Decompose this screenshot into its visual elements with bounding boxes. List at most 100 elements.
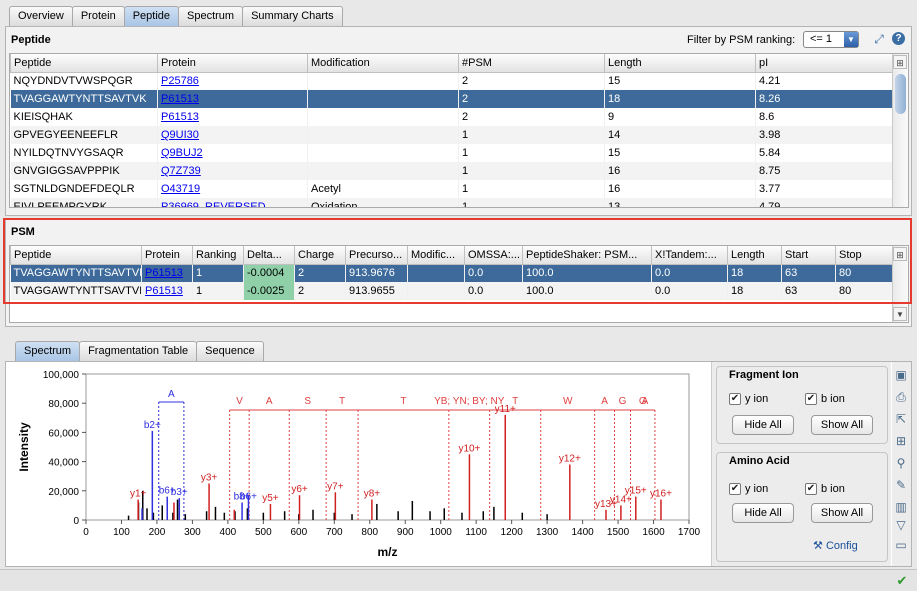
peptide-cell — [307, 144, 459, 162]
peptide-row[interactable]: KIEISQHAK P61513 2 9 8.6 — [10, 108, 895, 126]
peptide-cell: 8.6 — [755, 108, 895, 126]
protein-link[interactable]: P61513 — [161, 111, 199, 123]
ion-label: y6+ — [291, 484, 308, 495]
scroll-thumb[interactable] — [895, 74, 906, 114]
spectrum-chart[interactable]: 0 100 200 300 400 500 600 700 800 900 1000 1100 1200… — [6, 362, 706, 566]
ion-label: b6+ — [240, 491, 257, 502]
peptide-cell: 8.26 — [755, 90, 895, 108]
aa-y-ion-checkbox[interactable]: ✔ y ion — [729, 483, 768, 495]
x-tick-label: 200 — [149, 527, 166, 538]
ion-label: y12+ — [559, 454, 581, 465]
b-ion-checkbox[interactable]: ✔ b ion — [805, 393, 845, 405]
ion-label: b3+ — [171, 487, 188, 498]
ion-label: y10+ — [458, 443, 480, 454]
x-tick-label: 1200 — [501, 527, 524, 538]
peptide-scrollbar[interactable]: ⊞ — [892, 54, 908, 207]
maximize-icon[interactable]: ⤢ — [872, 32, 886, 46]
aa-label: V — [236, 396, 243, 407]
peptide-cell: 2 — [458, 72, 605, 90]
peptide-cell: 1 — [458, 126, 605, 144]
peptide-cell: 16 — [604, 180, 756, 198]
peptide-row[interactable]: EIVLPEEMPGYRK P36969_REVERSED Oxidation 1 13… — [10, 198, 895, 207]
peptide-cell: 2 — [458, 90, 605, 108]
peptide-cell: SGTNLDGNDEFDEQLR — [10, 180, 158, 198]
scroll-down-icon[interactable]: ▼ — [893, 307, 907, 321]
aa-label: T — [400, 396, 406, 407]
print-icon[interactable]: ⎙ — [894, 390, 908, 404]
status-bar: ✔ — [0, 569, 917, 591]
x-tick-label: 1700 — [678, 527, 701, 538]
peptide-row[interactable]: GPVEGYEENEEFLR Q9UI30 1 14 3.98 — [10, 126, 895, 144]
peptide-row[interactable]: GNVGIGGSAVPPPIK Q7Z739 1 16 8.75 — [10, 162, 895, 180]
config-link[interactable]: ⚒ Config — [813, 539, 858, 552]
y-tick-label: 40,000 — [48, 458, 79, 469]
col-peptide[interactable]: Peptide — [10, 54, 158, 73]
peptide-cell: NYILDQTNVYGSAQR — [10, 144, 158, 162]
protein-link[interactable]: P61513 — [161, 93, 199, 105]
peptide-cell: Q9BUJ2 — [157, 144, 308, 162]
col-protein[interactable]: Protein — [157, 54, 308, 73]
y-ion-checkbox[interactable]: ✔ y ion — [729, 393, 768, 405]
peptide-title: Peptide — [11, 34, 51, 46]
peptide-row[interactable]: TVAGGAWTYNTTSAVTVK P61513 2 18 8.26 — [10, 90, 895, 108]
column-select-icon[interactable]: ⊞ — [893, 55, 907, 69]
peptide-cell — [307, 162, 459, 180]
x-tick-label: 1300 — [536, 527, 559, 538]
peptide-table: Peptide Protein Modification #PSM Length… — [10, 54, 895, 207]
pencil-icon[interactable]: ✎ — [894, 478, 908, 492]
peptide-row[interactable]: NQYDNDVTVWSPQGR P25786 2 15 4.21 — [10, 72, 895, 90]
ion-label: y8+ — [364, 489, 381, 500]
protein-link[interactable]: Q9BUJ2 — [161, 147, 203, 159]
y-tick-label: 100,000 — [43, 370, 80, 381]
peptide-cell — [307, 108, 459, 126]
protein-link[interactable]: Q7Z739 — [161, 165, 201, 177]
aa-show-all-button[interactable]: Show All — [811, 503, 873, 523]
peptide-cell: 1 — [458, 144, 605, 162]
peptide-row[interactable]: SGTNLDGNDEFDEQLR O43719 Acetyl 1 16 3.77 — [10, 180, 895, 198]
save-icon[interactable]: ▣ — [894, 368, 908, 382]
col-pi[interactable]: pI — [755, 54, 895, 73]
peptide-cell: KIEISQHAK — [10, 108, 158, 126]
spectrum-panel: 0 100 200 300 400 500 600 700 800 900 1000 1100 1200… — [5, 361, 912, 567]
filter-select[interactable]: <= 1 ▼ — [803, 31, 859, 48]
tab-fragmentation-table[interactable]: Fragmentation Table — [79, 341, 198, 361]
aa-b-ion-checkbox[interactable]: ✔ b ion — [805, 483, 845, 495]
x-tick-label: 1600 — [642, 527, 665, 538]
peptide-row[interactable]: NYILDQTNVYGSAQR Q9BUJ2 1 15 5.84 — [10, 144, 895, 162]
chevron-down-icon: ▼ — [844, 32, 858, 47]
tab-sequence[interactable]: Sequence — [196, 341, 264, 361]
export-icon[interactable]: ⇱ — [894, 412, 908, 426]
ion-label: y5+ — [262, 493, 279, 504]
show-all-button[interactable]: Show All — [811, 415, 873, 435]
protein-link[interactable]: Q9UI30 — [161, 129, 199, 141]
aa-y-ion-label: y ion — [745, 483, 769, 495]
hide-all-button[interactable]: Hide All — [732, 415, 794, 435]
col-length[interactable]: Length — [604, 54, 756, 73]
protein-link[interactable]: O43719 — [161, 183, 200, 195]
x-tick-label: 1500 — [607, 527, 630, 538]
tab-protein[interactable]: Protein — [71, 6, 125, 26]
aa-b-ion-label: b ion — [821, 483, 845, 495]
x-tick-label: 700 — [326, 527, 343, 538]
tab-spectrum-view[interactable]: Spectrum — [15, 341, 81, 361]
col-psm-count[interactable]: #PSM — [458, 54, 605, 73]
protein-link[interactable]: P36969_REVERSED — [161, 201, 266, 207]
tab-spectrum[interactable]: Spectrum — [178, 6, 244, 26]
y-tick-label: 60,000 — [48, 428, 79, 439]
tab-overview[interactable]: Overview — [9, 6, 73, 26]
bars-icon[interactable]: ▥ — [894, 500, 908, 514]
col-modification[interactable]: Modification — [307, 54, 459, 73]
amino-acid-group: Amino Acid ✔ y ion ✔ b ion Hide All Show A… — [716, 452, 888, 562]
help-icon[interactable]: ? — [892, 32, 905, 45]
grid-icon[interactable]: ⊞ — [894, 434, 908, 448]
ion-label: y7+ — [327, 481, 344, 492]
zoom-icon[interactable]: ⚲ — [894, 456, 908, 470]
tab-peptide[interactable]: Peptide — [123, 6, 180, 26]
tab-summary-charts[interactable]: Summary Charts — [242, 6, 343, 26]
protein-link[interactable]: P25786 — [161, 75, 199, 87]
checkbox-checked-icon: ✔ — [729, 483, 741, 495]
aa-hide-all-button[interactable]: Hide All — [732, 503, 794, 523]
peptide-cell: Q7Z739 — [157, 162, 308, 180]
window-icon[interactable]: ▭ — [894, 538, 908, 552]
filter-icon[interactable]: ▽ — [894, 518, 908, 532]
